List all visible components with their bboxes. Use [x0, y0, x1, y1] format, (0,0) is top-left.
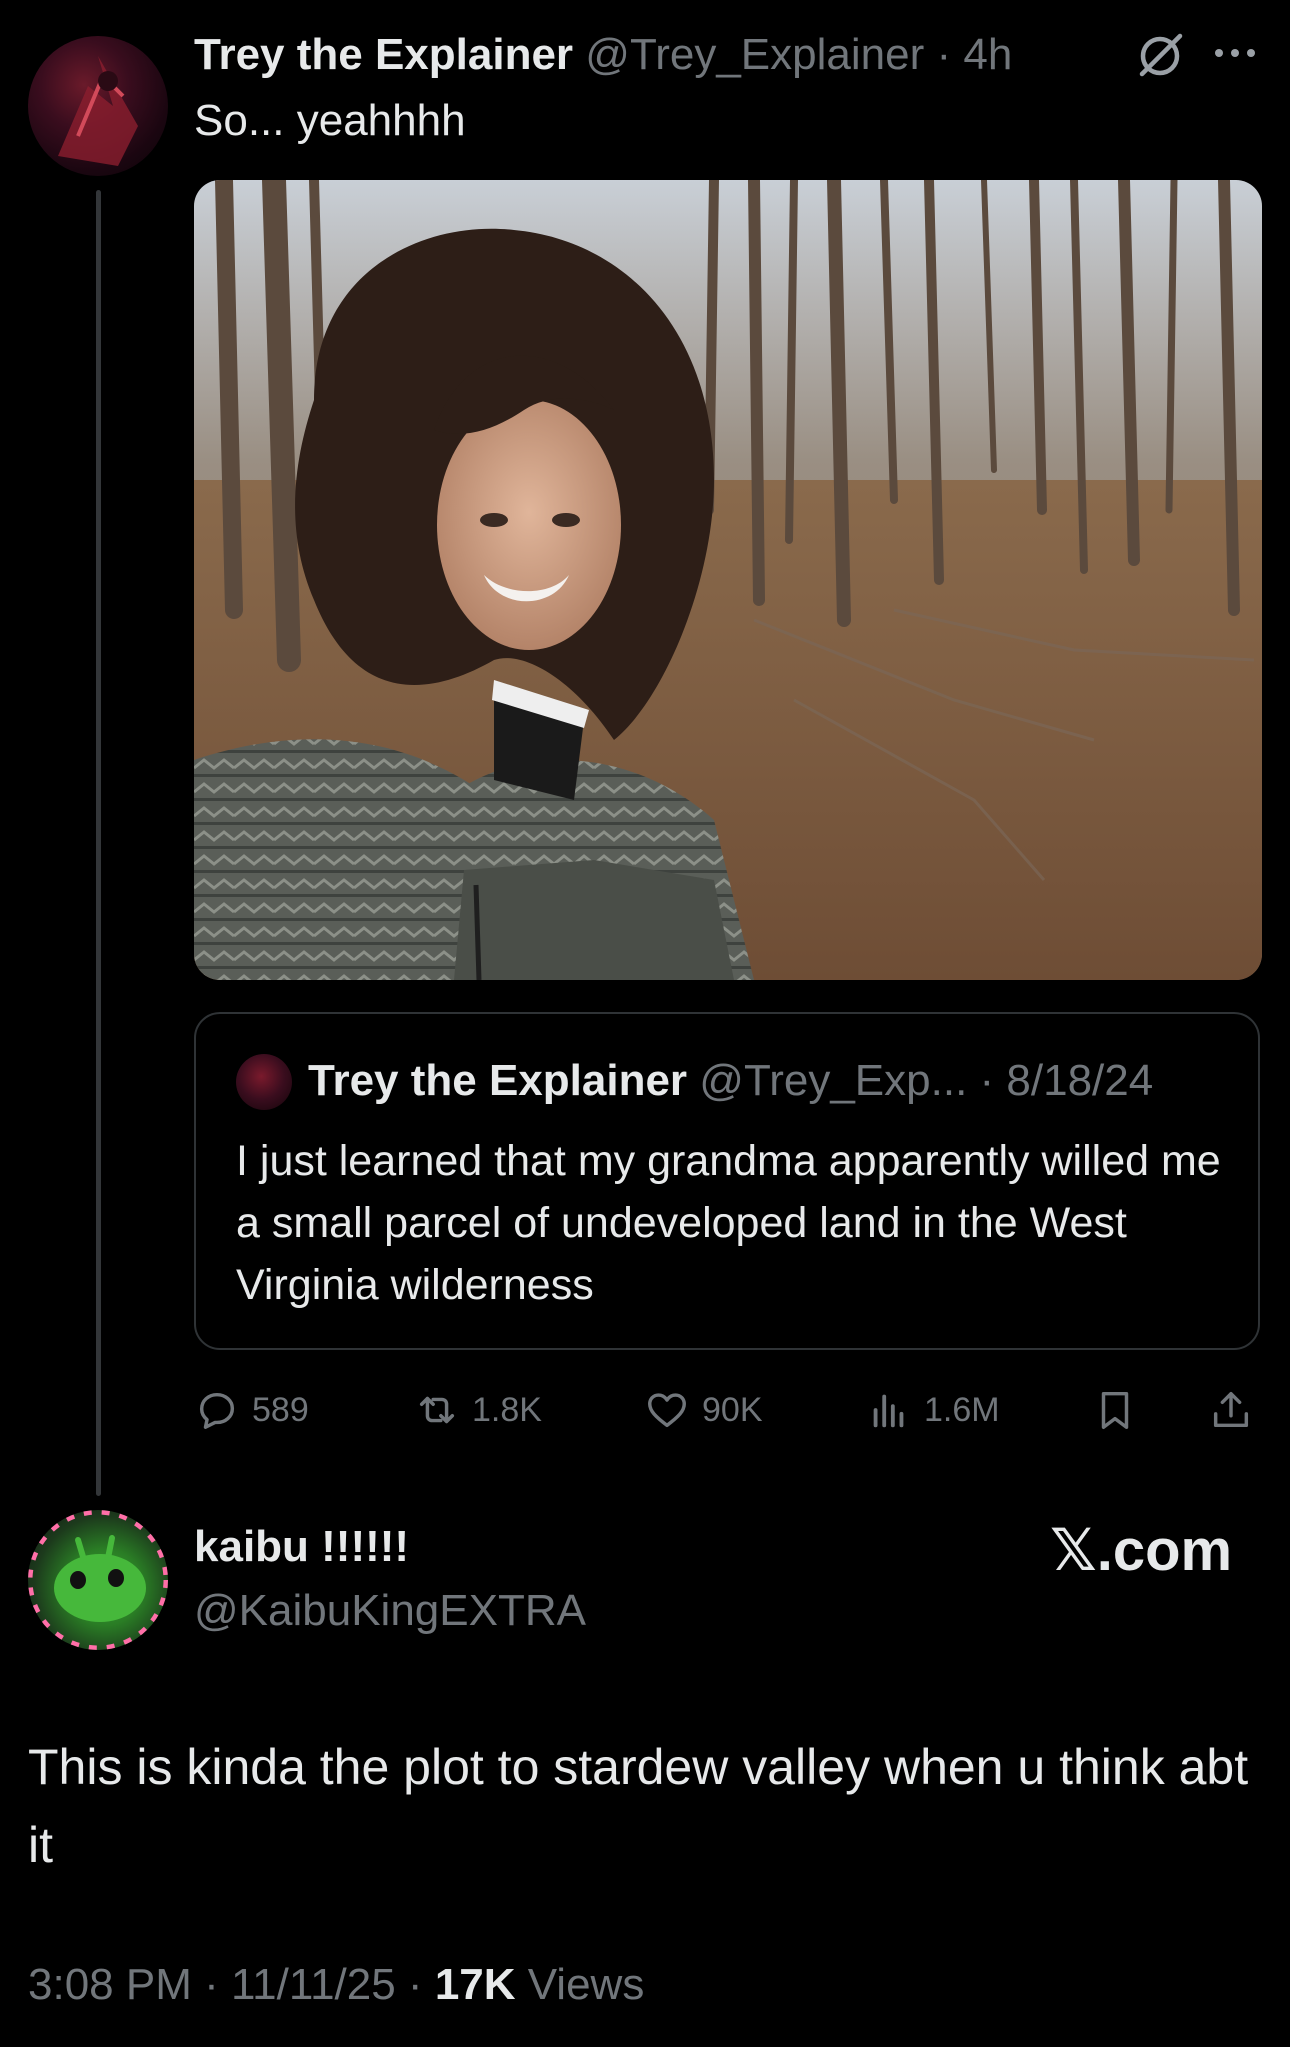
post-author-name[interactable]: Trey the Explainer — [194, 30, 573, 79]
quoted-author-avatar — [236, 1054, 292, 1110]
reply-meta: 3:08 PM · 11/11/25 · 17K Views — [28, 1960, 644, 2010]
share-icon — [1213, 1391, 1249, 1428]
x-com-watermark: 𝕏 .com — [1050, 1516, 1232, 1584]
reply-count: 589 — [252, 1390, 309, 1429]
more-icon[interactable] — [1210, 38, 1260, 68]
reply-views-label: Views — [515, 1960, 645, 2009]
reply-views-count: 17K — [434, 1960, 516, 2009]
analytics-icon — [873, 1394, 904, 1428]
views-count: 1.6M — [924, 1390, 1000, 1429]
bookmark-button[interactable] — [1092, 1382, 1138, 1438]
x-logo: 𝕏 — [1050, 1518, 1097, 1583]
reply-author-name[interactable]: kaibu !!!!!! — [194, 1522, 409, 1572]
quoted-post-text: I just learned that my grandma apparentl… — [236, 1137, 1221, 1309]
repost-icon — [419, 1396, 455, 1424]
grok-icon[interactable] — [1134, 30, 1186, 82]
heart-icon — [648, 1393, 686, 1428]
post-author-handle[interactable]: @Trey_Explainer — [585, 30, 924, 79]
author-avatar[interactable] — [28, 36, 168, 176]
quoted-author-name: Trey the Explainer — [308, 1056, 688, 1105]
post-photo[interactable] — [194, 180, 1262, 980]
quoted-post-date: · 8/18/24 — [979, 1056, 1154, 1105]
reply-button[interactable]: 589 — [194, 1382, 309, 1438]
thread-line — [96, 190, 101, 1496]
repost-button[interactable]: 1.8K — [414, 1382, 542, 1438]
like-count: 90K — [702, 1390, 763, 1429]
post-author-line[interactable]: Trey the Explainer @Trey_Explainer · 4h — [194, 30, 1012, 80]
bookmark-icon — [1101, 1391, 1129, 1429]
reply-author-handle[interactable]: @KaibuKingEXTRA — [194, 1586, 586, 1636]
like-button[interactable]: 90K — [644, 1382, 763, 1438]
reply-timestamp[interactable]: 3:08 PM · 11/11/25 · — [28, 1960, 435, 2009]
quoted-author-handle: @Trey_Exp... — [699, 1056, 968, 1105]
quoted-post[interactable]: Trey the Explainer @Trey_Exp... · 8/18/2… — [194, 1012, 1260, 1350]
share-button[interactable] — [1208, 1382, 1254, 1438]
reply-author-avatar[interactable] — [28, 1510, 168, 1650]
post-time[interactable]: · 4h — [936, 30, 1012, 79]
post-text: So... yeahhhh — [194, 96, 466, 145]
reply-icon — [199, 1392, 235, 1429]
quoted-author-line: Trey the Explainer @Trey_Exp... · 8/18/2… — [308, 1056, 1153, 1106]
views-button[interactable]: 1.6M — [866, 1382, 1000, 1438]
x-com-domain: .com — [1096, 1517, 1233, 1583]
repost-count: 1.8K — [472, 1390, 542, 1429]
reply-text: This is kinda the plot to stardew valley… — [28, 1739, 1249, 1873]
